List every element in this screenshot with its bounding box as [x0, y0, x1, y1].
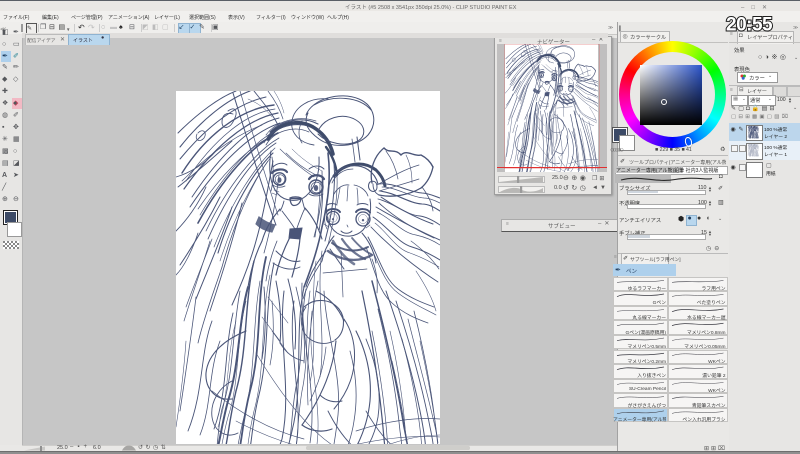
svg-text:20:55: 20:55: [726, 15, 773, 36]
